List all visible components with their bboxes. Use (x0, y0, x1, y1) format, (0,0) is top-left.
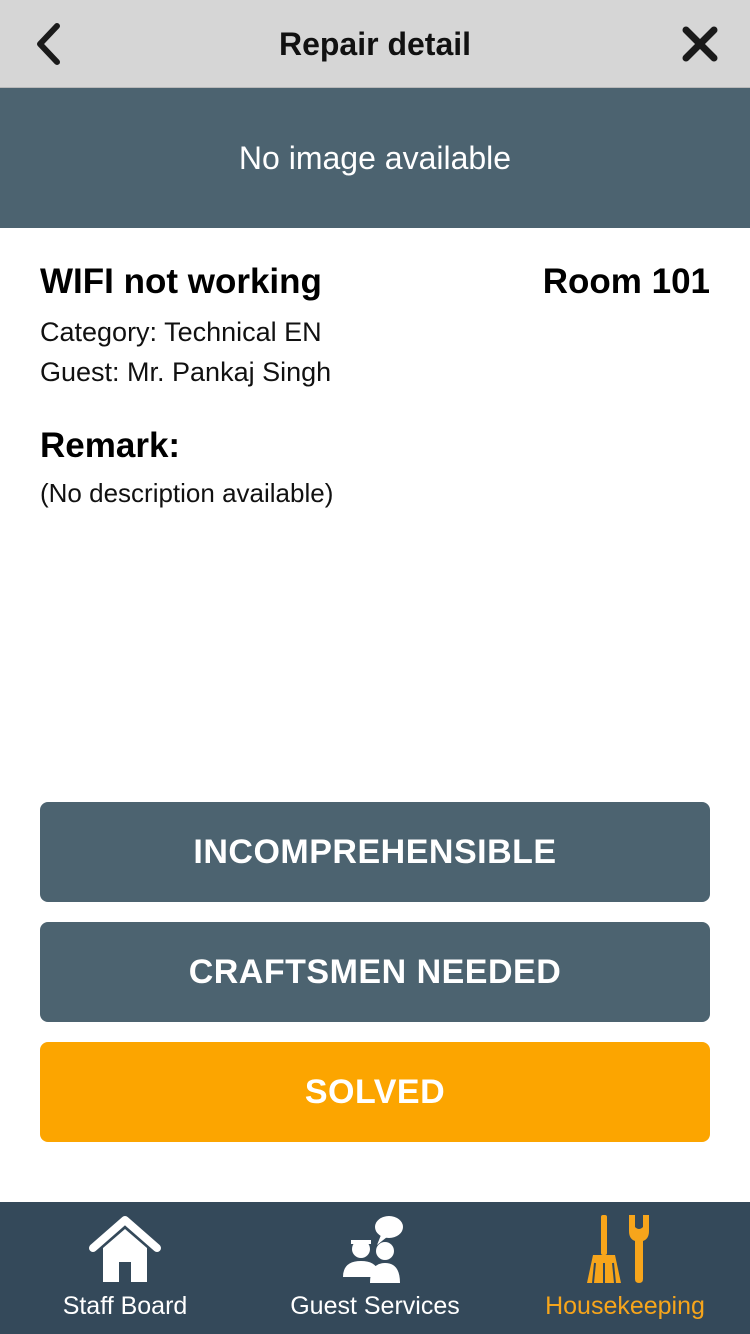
guest-chat-icon (337, 1212, 413, 1286)
repair-details: WIFI not working Room 101 Category: Tech… (40, 262, 710, 509)
close-button[interactable] (674, 18, 726, 70)
remark-text: (No description available) (40, 478, 334, 508)
tab-label: Staff Board (62, 1292, 188, 1320)
repair-detail-screen: Repair detail No image available WIFI no… (0, 0, 750, 1334)
room-number: Room 101 (542, 262, 710, 301)
bottom-tab-bar: Staff Board Guest Services Housekeeping (0, 1202, 750, 1334)
incomprehensible-button[interactable]: INCOMPREHENSIBLE (40, 802, 710, 902)
tab-label: Guest Services (290, 1292, 460, 1320)
image-placeholder: No image available (0, 88, 750, 228)
broom-wrench-icon (587, 1212, 663, 1286)
meta-info: Category: Technical EN Guest: Mr. Pankaj… (40, 312, 710, 392)
close-icon (682, 26, 718, 62)
issue-title: WIFI not working (40, 262, 322, 301)
tab-housekeeping[interactable]: Housekeeping (500, 1202, 750, 1334)
nav-header: Repair detail (0, 0, 750, 88)
solved-button[interactable]: SOLVED (40, 1042, 710, 1142)
remark-label: Remark: (40, 426, 181, 465)
craftsmen-needed-button[interactable]: CRAFTSMEN NEEDED (40, 922, 710, 1022)
tab-guest-services[interactable]: Guest Services (250, 1202, 500, 1334)
no-image-text: No image available (238, 139, 512, 176)
house-icon (87, 1212, 163, 1286)
category-text: Category: Technical EN (40, 317, 322, 347)
tab-label: Housekeeping (545, 1292, 705, 1320)
guest-text: Guest: Mr. Pankaj Singh (40, 357, 332, 387)
page-title: Repair detail (278, 26, 472, 62)
back-button[interactable] (24, 18, 72, 70)
tab-staff-board[interactable]: Staff Board (0, 1202, 250, 1334)
chevron-left-icon (37, 23, 60, 65)
title-row: WIFI not working Room 101 (40, 262, 710, 302)
